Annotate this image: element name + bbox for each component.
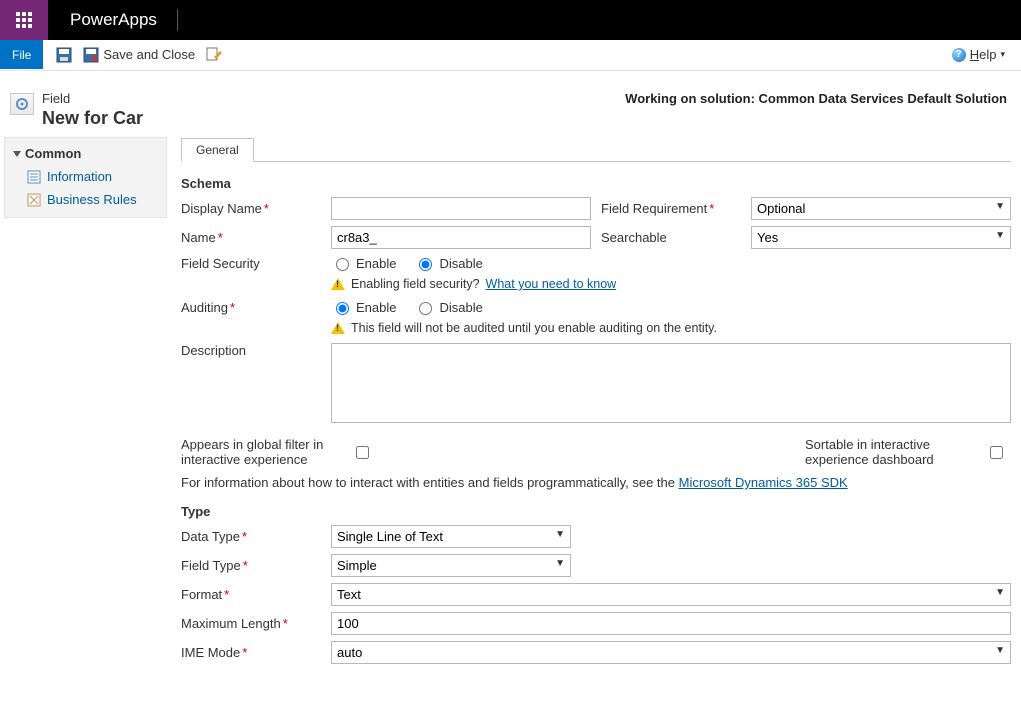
sidebar: Common Information Business Rules bbox=[4, 137, 167, 218]
form-icon bbox=[27, 170, 41, 184]
gear-icon bbox=[14, 96, 30, 112]
label-appears-global-filter: Appears in global filter in interactive … bbox=[181, 437, 341, 467]
chevron-down-icon: ▾ bbox=[1000, 49, 1005, 60]
checkbox-appears-global-filter[interactable] bbox=[351, 446, 374, 459]
label-field-type: Field Type* bbox=[181, 558, 321, 573]
select-field-type[interactable]: Simple bbox=[331, 554, 571, 577]
chevron-down-icon bbox=[13, 151, 21, 157]
textarea-description[interactable] bbox=[331, 343, 1011, 423]
edit-properties-button[interactable] bbox=[205, 46, 223, 64]
help-icon: ? bbox=[952, 48, 966, 62]
label-field-requirement: Field Requirement* bbox=[601, 201, 741, 216]
radio-aud-enable[interactable]: Enable bbox=[331, 299, 396, 315]
tab-strip: General bbox=[181, 137, 1011, 162]
select-searchable[interactable]: Yes bbox=[751, 226, 1011, 249]
topbar-divider bbox=[177, 9, 178, 31]
input-maximum-length[interactable] bbox=[331, 612, 1011, 635]
floppy-icon bbox=[56, 47, 72, 63]
label-field-security: Field Security bbox=[181, 256, 321, 271]
section-title-schema: Schema bbox=[181, 176, 1011, 191]
checkbox-sortable-dashboard[interactable] bbox=[985, 446, 1008, 459]
save-button[interactable] bbox=[55, 46, 73, 64]
rules-icon bbox=[27, 193, 41, 207]
label-description: Description bbox=[181, 343, 321, 358]
page-subtitle: Field bbox=[42, 91, 143, 106]
label-auditing: Auditing* bbox=[181, 300, 321, 315]
sidebar-item-label: Business Rules bbox=[47, 192, 137, 207]
label-format: Format* bbox=[181, 587, 321, 602]
sidebar-section-common[interactable]: Common bbox=[5, 142, 166, 165]
label-display-name: Display Name* bbox=[181, 201, 321, 216]
auditing-warning: This field will not be audited until you… bbox=[331, 321, 1011, 335]
select-format[interactable]: Text bbox=[331, 583, 1011, 606]
input-display-name[interactable] bbox=[331, 197, 591, 220]
radio-aud-disable[interactable]: Disable bbox=[414, 299, 482, 315]
help-label: elp bbox=[979, 47, 996, 62]
radio-fs-disable[interactable]: Disable bbox=[414, 255, 482, 271]
save-and-close-label: Save and Close bbox=[103, 47, 195, 62]
label-sortable-dashboard: Sortable in interactive experience dashb… bbox=[805, 437, 975, 467]
file-menu-button[interactable]: File bbox=[0, 40, 43, 69]
app-title: PowerApps bbox=[48, 0, 157, 40]
warning-icon bbox=[331, 322, 345, 334]
entity-icon bbox=[10, 93, 34, 115]
save-and-close-button[interactable]: Save and Close bbox=[83, 47, 195, 63]
tab-general[interactable]: General bbox=[181, 138, 254, 162]
input-name[interactable] bbox=[331, 226, 591, 249]
label-data-type: Data Type* bbox=[181, 529, 321, 544]
link-dynamics-sdk[interactable]: Microsoft Dynamics 365 SDK bbox=[679, 475, 848, 490]
section-title-type: Type bbox=[181, 504, 1011, 519]
select-field-requirement[interactable]: Optional bbox=[751, 197, 1011, 220]
label-maximum-length: Maximum Length* bbox=[181, 616, 321, 631]
radio-fs-enable[interactable]: Enable bbox=[331, 255, 396, 271]
label-searchable: Searchable bbox=[601, 230, 741, 245]
form-pencil-icon bbox=[206, 47, 222, 63]
select-data-type[interactable]: Single Line of Text bbox=[331, 525, 571, 548]
app-launcher-button[interactable] bbox=[0, 0, 48, 40]
link-what-you-need-to-know[interactable]: What you need to know bbox=[486, 277, 617, 291]
sdk-info-line: For information about how to interact wi… bbox=[181, 475, 1011, 490]
floppy-close-icon bbox=[83, 47, 99, 63]
sidebar-item-business-rules[interactable]: Business Rules bbox=[5, 188, 166, 211]
sidebar-item-label: Information bbox=[47, 169, 112, 184]
warning-icon bbox=[331, 278, 345, 290]
select-ime-mode[interactable]: auto bbox=[331, 641, 1011, 664]
page-title: New for Car bbox=[42, 108, 143, 129]
help-menu[interactable]: ? Help ▾ bbox=[952, 40, 1021, 69]
waffle-icon bbox=[16, 12, 32, 28]
sidebar-section-label: Common bbox=[25, 146, 81, 161]
sidebar-item-information[interactable]: Information bbox=[5, 165, 166, 188]
label-name: Name* bbox=[181, 230, 321, 245]
field-security-warning: Enabling field security? What you need t… bbox=[331, 277, 1011, 291]
label-ime-mode: IME Mode* bbox=[181, 645, 321, 660]
working-on-solution: Working on solution: Common Data Service… bbox=[625, 91, 1011, 106]
